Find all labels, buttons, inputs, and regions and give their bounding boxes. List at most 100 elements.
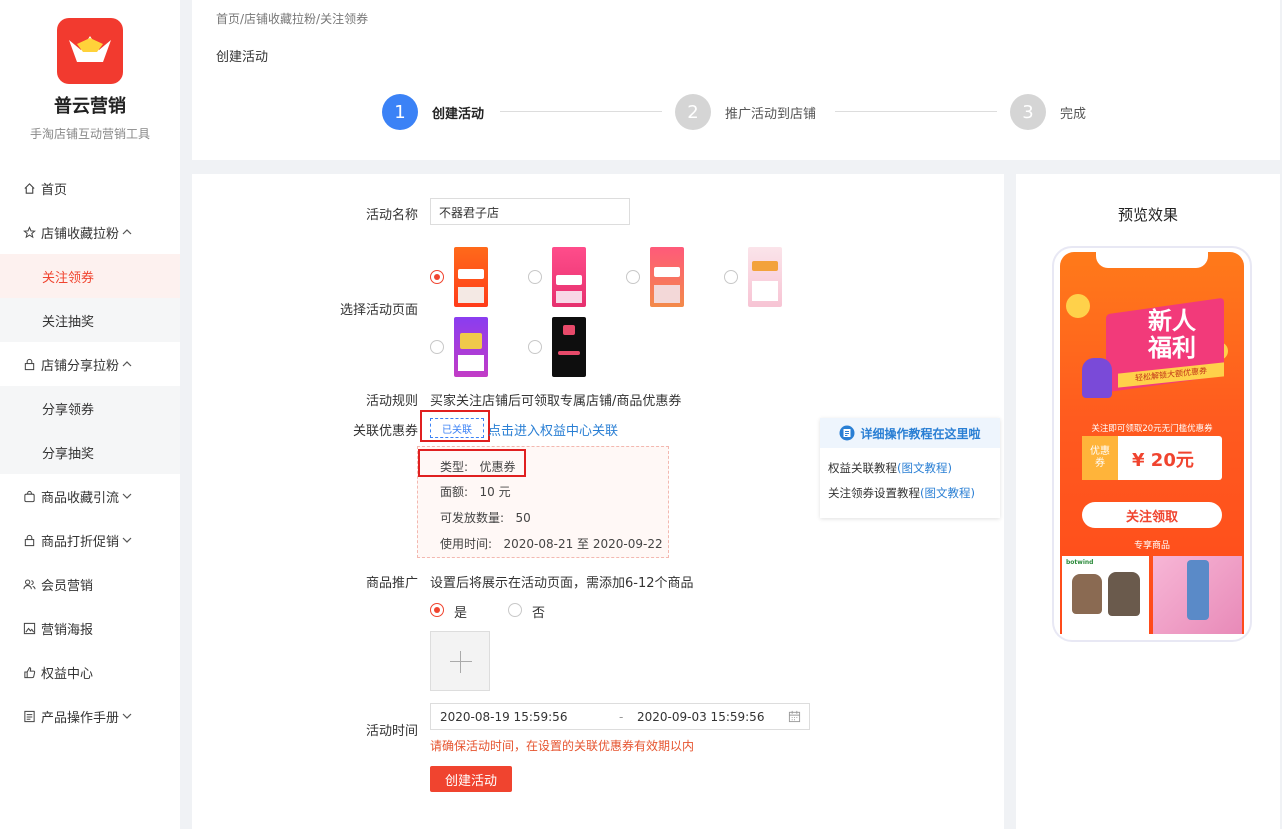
- template-thumb-6[interactable]: [552, 317, 586, 377]
- nav-member[interactable]: 会员营销: [0, 562, 180, 606]
- banner-line-1: 新人: [1148, 307, 1196, 335]
- tutorial-link-2[interactable]: (图文教程): [920, 486, 975, 500]
- banner-line-2: 福利: [1148, 334, 1196, 362]
- product-card-2[interactable]: [1153, 556, 1242, 634]
- step-2-number: 2: [675, 94, 711, 130]
- template-radio-2[interactable]: [528, 270, 542, 284]
- product-card-1[interactable]: botwind: [1062, 556, 1149, 634]
- coupon-side-label: 优惠券: [1082, 436, 1118, 480]
- tutorial-line-1-text: 权益关联教程: [828, 461, 897, 475]
- image-icon: [22, 621, 36, 635]
- goods-no-label[interactable]: 否: [532, 602, 545, 621]
- template-thumb-5[interactable]: [454, 317, 488, 377]
- template-radio-1[interactable]: [430, 270, 444, 284]
- preview-card: 预览效果 新人 福利 轻松解锁大额优惠券 关注即可领取20元无门槛优惠券 优惠券…: [1016, 174, 1280, 829]
- document-icon: [22, 709, 36, 723]
- preview-title: 预览效果: [1117, 206, 1178, 224]
- nav-goods-collect-label: 商品收藏引流: [41, 490, 120, 506]
- step-divider: [835, 111, 997, 112]
- nav-shop-collect[interactable]: 店铺收藏拉粉: [0, 210, 180, 254]
- nav-member-label: 会员营销: [41, 578, 94, 594]
- form-card: 活动名称 不器君子店 选择活动页面 活动规则 买家关注店铺后可领取专属店铺/商品…: [192, 174, 1004, 829]
- nav-follow-coupon[interactable]: 关注领券: [0, 254, 180, 298]
- nav-poster-label: 营销海报: [41, 622, 94, 638]
- step-2-label: 推广活动到店铺: [725, 106, 817, 122]
- time-warning: 请确保活动时间，在设置的关联优惠券有效期以内: [430, 739, 695, 753]
- goods-no-radio[interactable]: [508, 603, 522, 617]
- preview-notice: 关注即可领取20元无门槛优惠券: [1091, 424, 1213, 434]
- nav-goods-collect[interactable]: 商品收藏引流: [0, 474, 180, 518]
- nav-goods-discount-label: 商品打折促销: [41, 534, 120, 550]
- template-thumb-2[interactable]: [552, 247, 586, 307]
- highlight-box: [418, 449, 526, 477]
- tutorial-panel: 详细操作教程在这里啦 权益关联教程(图文教程) 关注领券设置教程(图文教程): [820, 418, 1000, 518]
- tutorial-line-2: 关注领券设置教程(图文教程): [828, 485, 975, 501]
- activity-name-input[interactable]: 不器君子店: [430, 198, 630, 225]
- goods-yes-radio[interactable]: [430, 603, 444, 617]
- section-title: 专享商品: [1133, 541, 1170, 551]
- nav-home[interactable]: 首页: [0, 166, 180, 210]
- rules-text: 买家关注店铺后可领取专属店铺/商品优惠券: [430, 394, 682, 409]
- nav-rights[interactable]: 权益中心: [0, 650, 180, 694]
- template-thumb-3[interactable]: [650, 247, 684, 307]
- banner-title: 新人 福利: [1122, 308, 1222, 362]
- goods-yes-label[interactable]: 是: [454, 602, 467, 621]
- highlight-box: [420, 410, 490, 442]
- bag-icon: [22, 489, 36, 503]
- breadcrumb[interactable]: 首页/店铺收藏拉粉/关注领券: [216, 10, 368, 27]
- tutorial-title: 详细操作教程在这里啦: [860, 426, 981, 441]
- date-separator: -: [619, 710, 624, 724]
- page-label: 选择活动页面: [339, 303, 418, 318]
- create-activity-button[interactable]: 创建活动: [430, 766, 512, 792]
- nav-rights-label: 权益中心: [41, 666, 94, 682]
- tutorial-link-1[interactable]: (图文教程): [897, 461, 952, 475]
- backpack-image: [1108, 572, 1140, 616]
- date-range-picker[interactable]: 2020-08-19 15:59:56 - 2020-09-03 15:59:5…: [430, 703, 810, 730]
- preview-coupon: 优惠券 ¥ 20元: [1082, 436, 1222, 480]
- template-thumb-1[interactable]: [454, 247, 488, 307]
- chevron-down-icon: [121, 534, 133, 546]
- template-radio-6[interactable]: [528, 340, 542, 354]
- tutorial-line-2-text: 关注领券设置教程: [828, 486, 920, 500]
- nav-manual-label: 产品操作手册: [41, 710, 120, 726]
- backpack-image: [1072, 574, 1102, 614]
- nav-shop-share[interactable]: 店铺分享拉粉: [0, 342, 180, 386]
- step-3-number: 3: [1010, 94, 1046, 130]
- start-date[interactable]: 2020-08-19 15:59:56: [440, 710, 567, 724]
- tutorial-header: 详细操作教程在这里啦: [820, 418, 1000, 448]
- template-radio-5[interactable]: [430, 340, 444, 354]
- step-1-label: 创建活动: [432, 106, 485, 122]
- coupon-period-label: 使用时间:: [440, 537, 493, 551]
- nav-shop-share-label: 店铺分享拉粉: [41, 358, 120, 374]
- template-radio-4[interactable]: [724, 270, 738, 284]
- home-icon: [22, 181, 36, 195]
- thumbs-up-icon: [22, 665, 36, 679]
- lock-icon: [22, 533, 36, 547]
- rights-center-link[interactable]: 点击进入权益中心关联: [488, 420, 618, 439]
- nav-poster[interactable]: 营销海报: [0, 606, 180, 650]
- nav-share-lottery[interactable]: 分享抽奖: [0, 430, 180, 474]
- nav-goods-discount[interactable]: 商品打折促销: [0, 518, 180, 562]
- chevron-down-icon: [121, 490, 133, 502]
- nav-share-coupon[interactable]: 分享领券: [0, 386, 180, 430]
- lock-icon: [22, 357, 36, 371]
- person-illustration: [1082, 358, 1112, 398]
- page-title: 创建活动: [216, 50, 269, 65]
- nav-manual[interactable]: 产品操作手册: [0, 694, 180, 738]
- coupon-label: 关联优惠券: [352, 424, 418, 439]
- rules-label: 活动规则: [365, 394, 418, 409]
- step-2: 2 推广活动到店铺: [675, 94, 816, 130]
- template-thumb-4[interactable]: [748, 247, 782, 307]
- nav-follow-lottery-label: 关注抽奖: [42, 314, 95, 330]
- template-radio-3[interactable]: [626, 270, 640, 284]
- coupon-qty-value: 50: [515, 511, 531, 525]
- end-date[interactable]: 2020-09-03 15:59:56: [637, 710, 764, 724]
- calendar-icon[interactable]: [788, 710, 801, 726]
- follow-claim-button[interactable]: 关注领取: [1082, 502, 1222, 528]
- preview-screen: 新人 福利 轻松解锁大额优惠券 关注即可领取20元无门槛优惠券 优惠券 ¥ 20…: [1060, 250, 1244, 634]
- users-icon: [22, 577, 36, 591]
- add-goods-button[interactable]: [430, 631, 490, 691]
- chevron-up-icon: [121, 226, 133, 238]
- goods-label: 商品推广: [365, 576, 418, 591]
- nav-follow-lottery[interactable]: 关注抽奖: [0, 298, 180, 342]
